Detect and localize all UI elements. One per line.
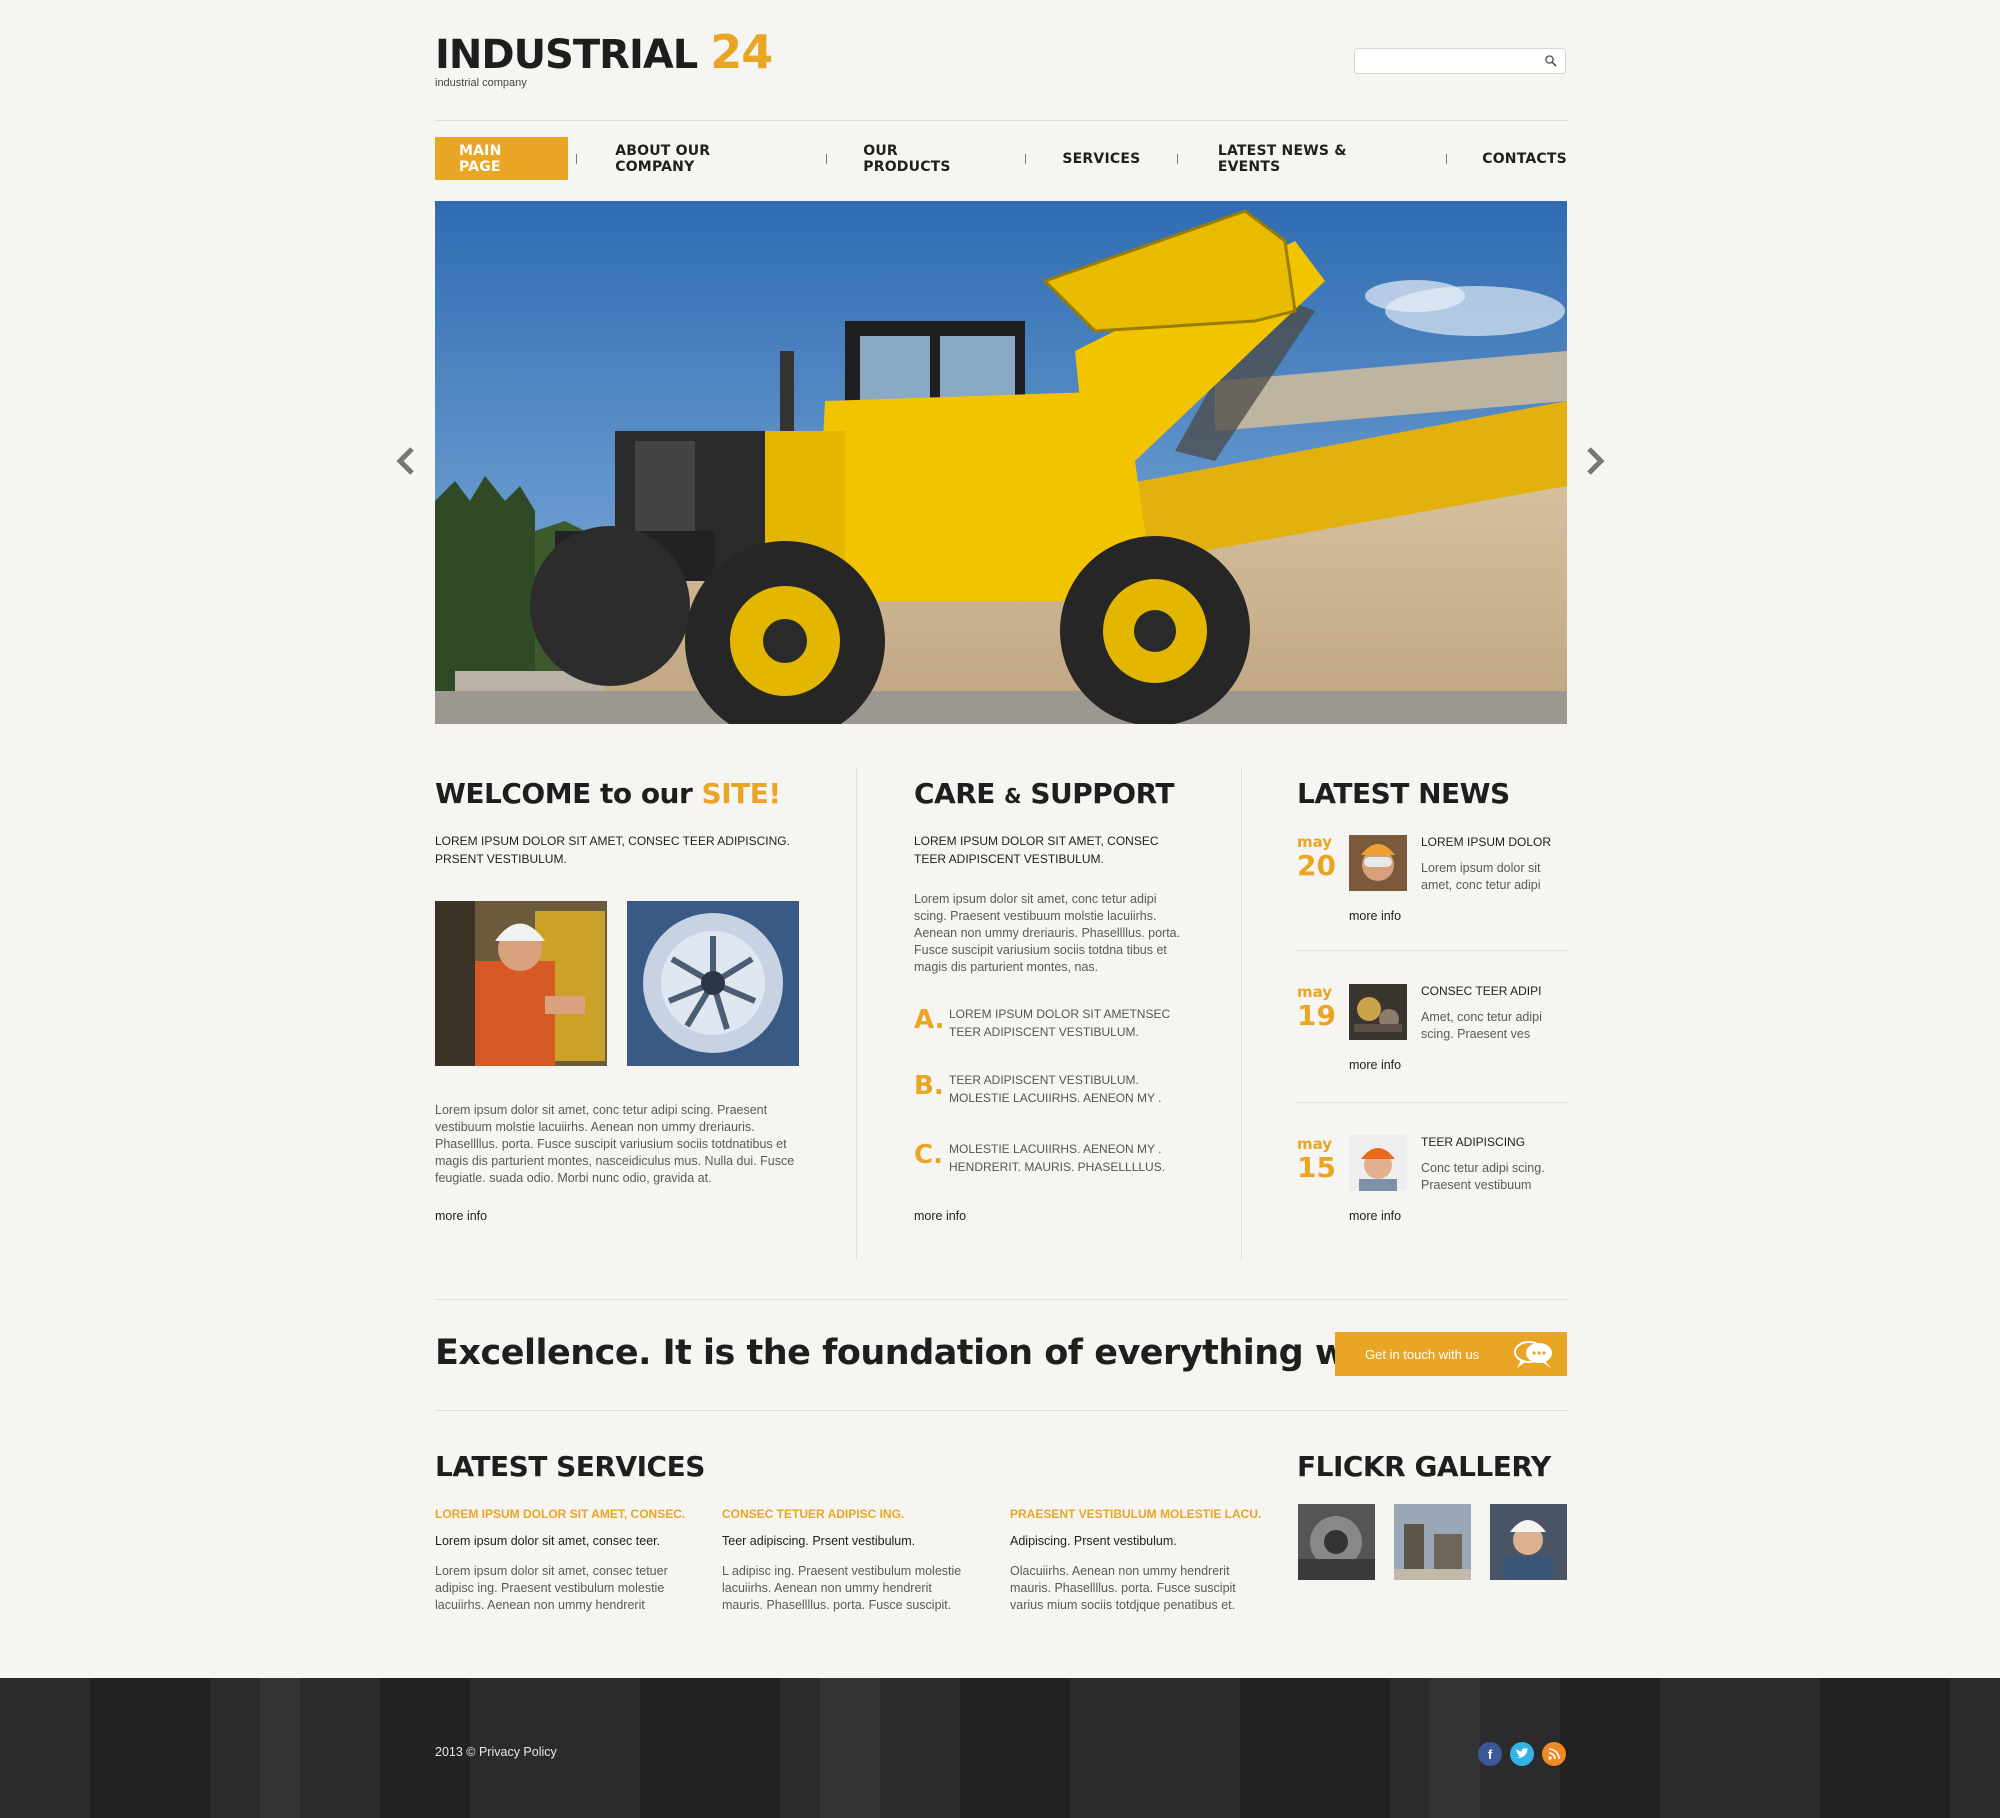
get-in-touch-button[interactable]: Get in touch with us [1335,1332,1567,1376]
nav-contacts[interactable]: CONTACTS [1482,137,1567,180]
welcome-body: Lorem ipsum dolor sit amet, conc tetur a… [435,1103,795,1185]
hero-slider[interactable] [435,201,1567,724]
care-intro: LOREM IPSUM DOLOR SIT AMET, CONSEC TEER … [914,834,1159,866]
nav-news-events[interactable]: LATEST NEWS & EVENTS [1218,137,1406,180]
news-more-info-link[interactable]: more info [1349,1058,1401,1072]
nav-separator [576,153,577,164]
nav-services[interactable]: SERVICES [1062,137,1140,180]
welcome-title: WELCOME to our SITE! [435,777,781,810]
service-title[interactable]: PRAESENT VESTIBULUM MOLESTIE LACU. [1010,1507,1261,1521]
service-title[interactable]: LOREM IPSUM DOLOR SIT AMET, CONSEC. [435,1507,685,1521]
nav-separator [1176,153,1178,164]
nav-separator [1445,153,1447,164]
news-title: LATEST NEWS [1297,777,1510,810]
section-divider [435,1299,1567,1300]
main-nav: MAIN PAGE ABOUT OUR COMPANY OUR PRODUCTS… [435,137,1567,180]
chat-bubbles-icon [1514,1341,1552,1368]
slider-prev-arrow-icon[interactable] [394,446,418,476]
news-divider [1297,1102,1567,1103]
search-icon[interactable] [1544,54,1558,68]
news-item-title: CONSEC TEER ADIPI [1421,984,1542,998]
nav-main-page[interactable]: MAIN PAGE [435,137,569,180]
nav-separator [825,153,827,164]
care-list-letter: A. [914,1005,945,1035]
service-text: Olacuiirhs. Aenean non ummy hendrerit ma… [1010,1564,1236,1612]
logo-title: INDUSTRIAL 24 [435,25,773,79]
worker-photo [435,901,607,1066]
welcome-more-info-link[interactable]: more info [435,1209,487,1223]
welcome-intro: LOREM IPSUM DOLOR SIT AMET, CONSEC TEER … [435,834,790,866]
care-title: CARE & SUPPORT [914,777,1175,810]
column-divider [1241,768,1242,1260]
search-box [1354,48,1566,74]
section-divider [435,1410,1567,1411]
flickr-photo-gears[interactable] [1298,1504,1375,1580]
news-more-info-link[interactable]: more info [1349,909,1401,923]
service-text: L adipisc ing. Praesent vestibulum moles… [722,1564,962,1612]
care-body: Lorem ipsum dolor sit amet, conc tetur a… [914,892,1181,974]
wood-texture-background [0,1678,2000,1818]
flickr-title: FLICKR GALLERY [1297,1450,1551,1483]
hero-wheel-loader-image [435,201,1567,724]
cta-label: Get in touch with us [1365,1346,1480,1362]
care-list-letter: B. [914,1071,944,1101]
service-subtitle: Lorem ipsum dolor sit amet, consec teer. [435,1534,661,1548]
header-divider [435,120,1567,121]
news-item-text: Lorem ipsum dolor sit amet, conc tetur a… [1421,861,1541,892]
column-divider [856,768,857,1260]
footer-copyright[interactable]: 2013 © Privacy Policy [435,1745,557,1759]
news-more-info-link[interactable]: more info [1349,1209,1401,1223]
news-item-text: Conc tetur adipi scing. Praesent vestibu… [1421,1161,1545,1192]
news-day: 20 [1297,849,1336,882]
rss-icon[interactable] [1542,1742,1566,1766]
footer [0,1678,2000,1818]
search-input[interactable] [1355,49,1535,73]
care-list-text: TEER ADIPISCENT VESTIBULUM. MOLESTIE LAC… [949,1073,1162,1105]
services-title: LATEST SERVICES [435,1450,705,1483]
logo-number: 24 [710,25,773,79]
care-list-letter: C. [914,1140,943,1170]
site-logo[interactable]: INDUSTRIAL 24 industrial company [435,25,773,89]
news-item-title: LOREM IPSUM DOLOR [1421,835,1552,849]
service-text: Lorem ipsum dolor sit amet, consec tetue… [435,1564,668,1612]
care-list-text: LOREM IPSUM DOLOR SIT AMETNSEC TEER ADIP… [949,1007,1171,1039]
news-thumb-machinery[interactable] [1349,984,1407,1040]
turbine-photo [627,901,799,1066]
news-item-text: Amet, conc tetur adipi scing. Praesent v… [1421,1010,1542,1041]
news-day: 19 [1297,999,1336,1032]
nav-about[interactable]: ABOUT OUR COMPANY [615,137,787,180]
news-divider [1297,950,1567,951]
nav-products[interactable]: OUR PRODUCTS [863,137,985,180]
facebook-icon[interactable]: f [1478,1742,1502,1766]
service-subtitle: Teer adipiscing. Prsent vestibulum. [722,1534,916,1548]
news-thumb-worker-goggles[interactable] [1349,835,1407,891]
nav-separator [1025,153,1027,164]
news-item-title: TEER ADIPISCING [1421,1135,1526,1149]
flickr-photo-factory[interactable] [1394,1504,1471,1580]
care-list-text: MOLESTIE LACUIIRHS. AENEON MY . HENDRERI… [949,1142,1166,1174]
service-subtitle: Adipiscing. Prsent vestibulum. [1010,1534,1177,1548]
news-thumb-worker-helmet[interactable] [1349,1135,1407,1191]
twitter-icon[interactable] [1510,1742,1534,1766]
news-day: 15 [1297,1151,1336,1184]
flickr-photo-worker[interactable] [1490,1504,1567,1580]
care-more-info-link[interactable]: more info [914,1209,966,1223]
excellence-tagline: Excellence. It is the foundation of ever… [435,1333,1443,1373]
slider-next-arrow-icon[interactable] [1583,446,1607,476]
service-title[interactable]: CONSEC TETUER ADIPISC ING. [722,1507,904,1521]
